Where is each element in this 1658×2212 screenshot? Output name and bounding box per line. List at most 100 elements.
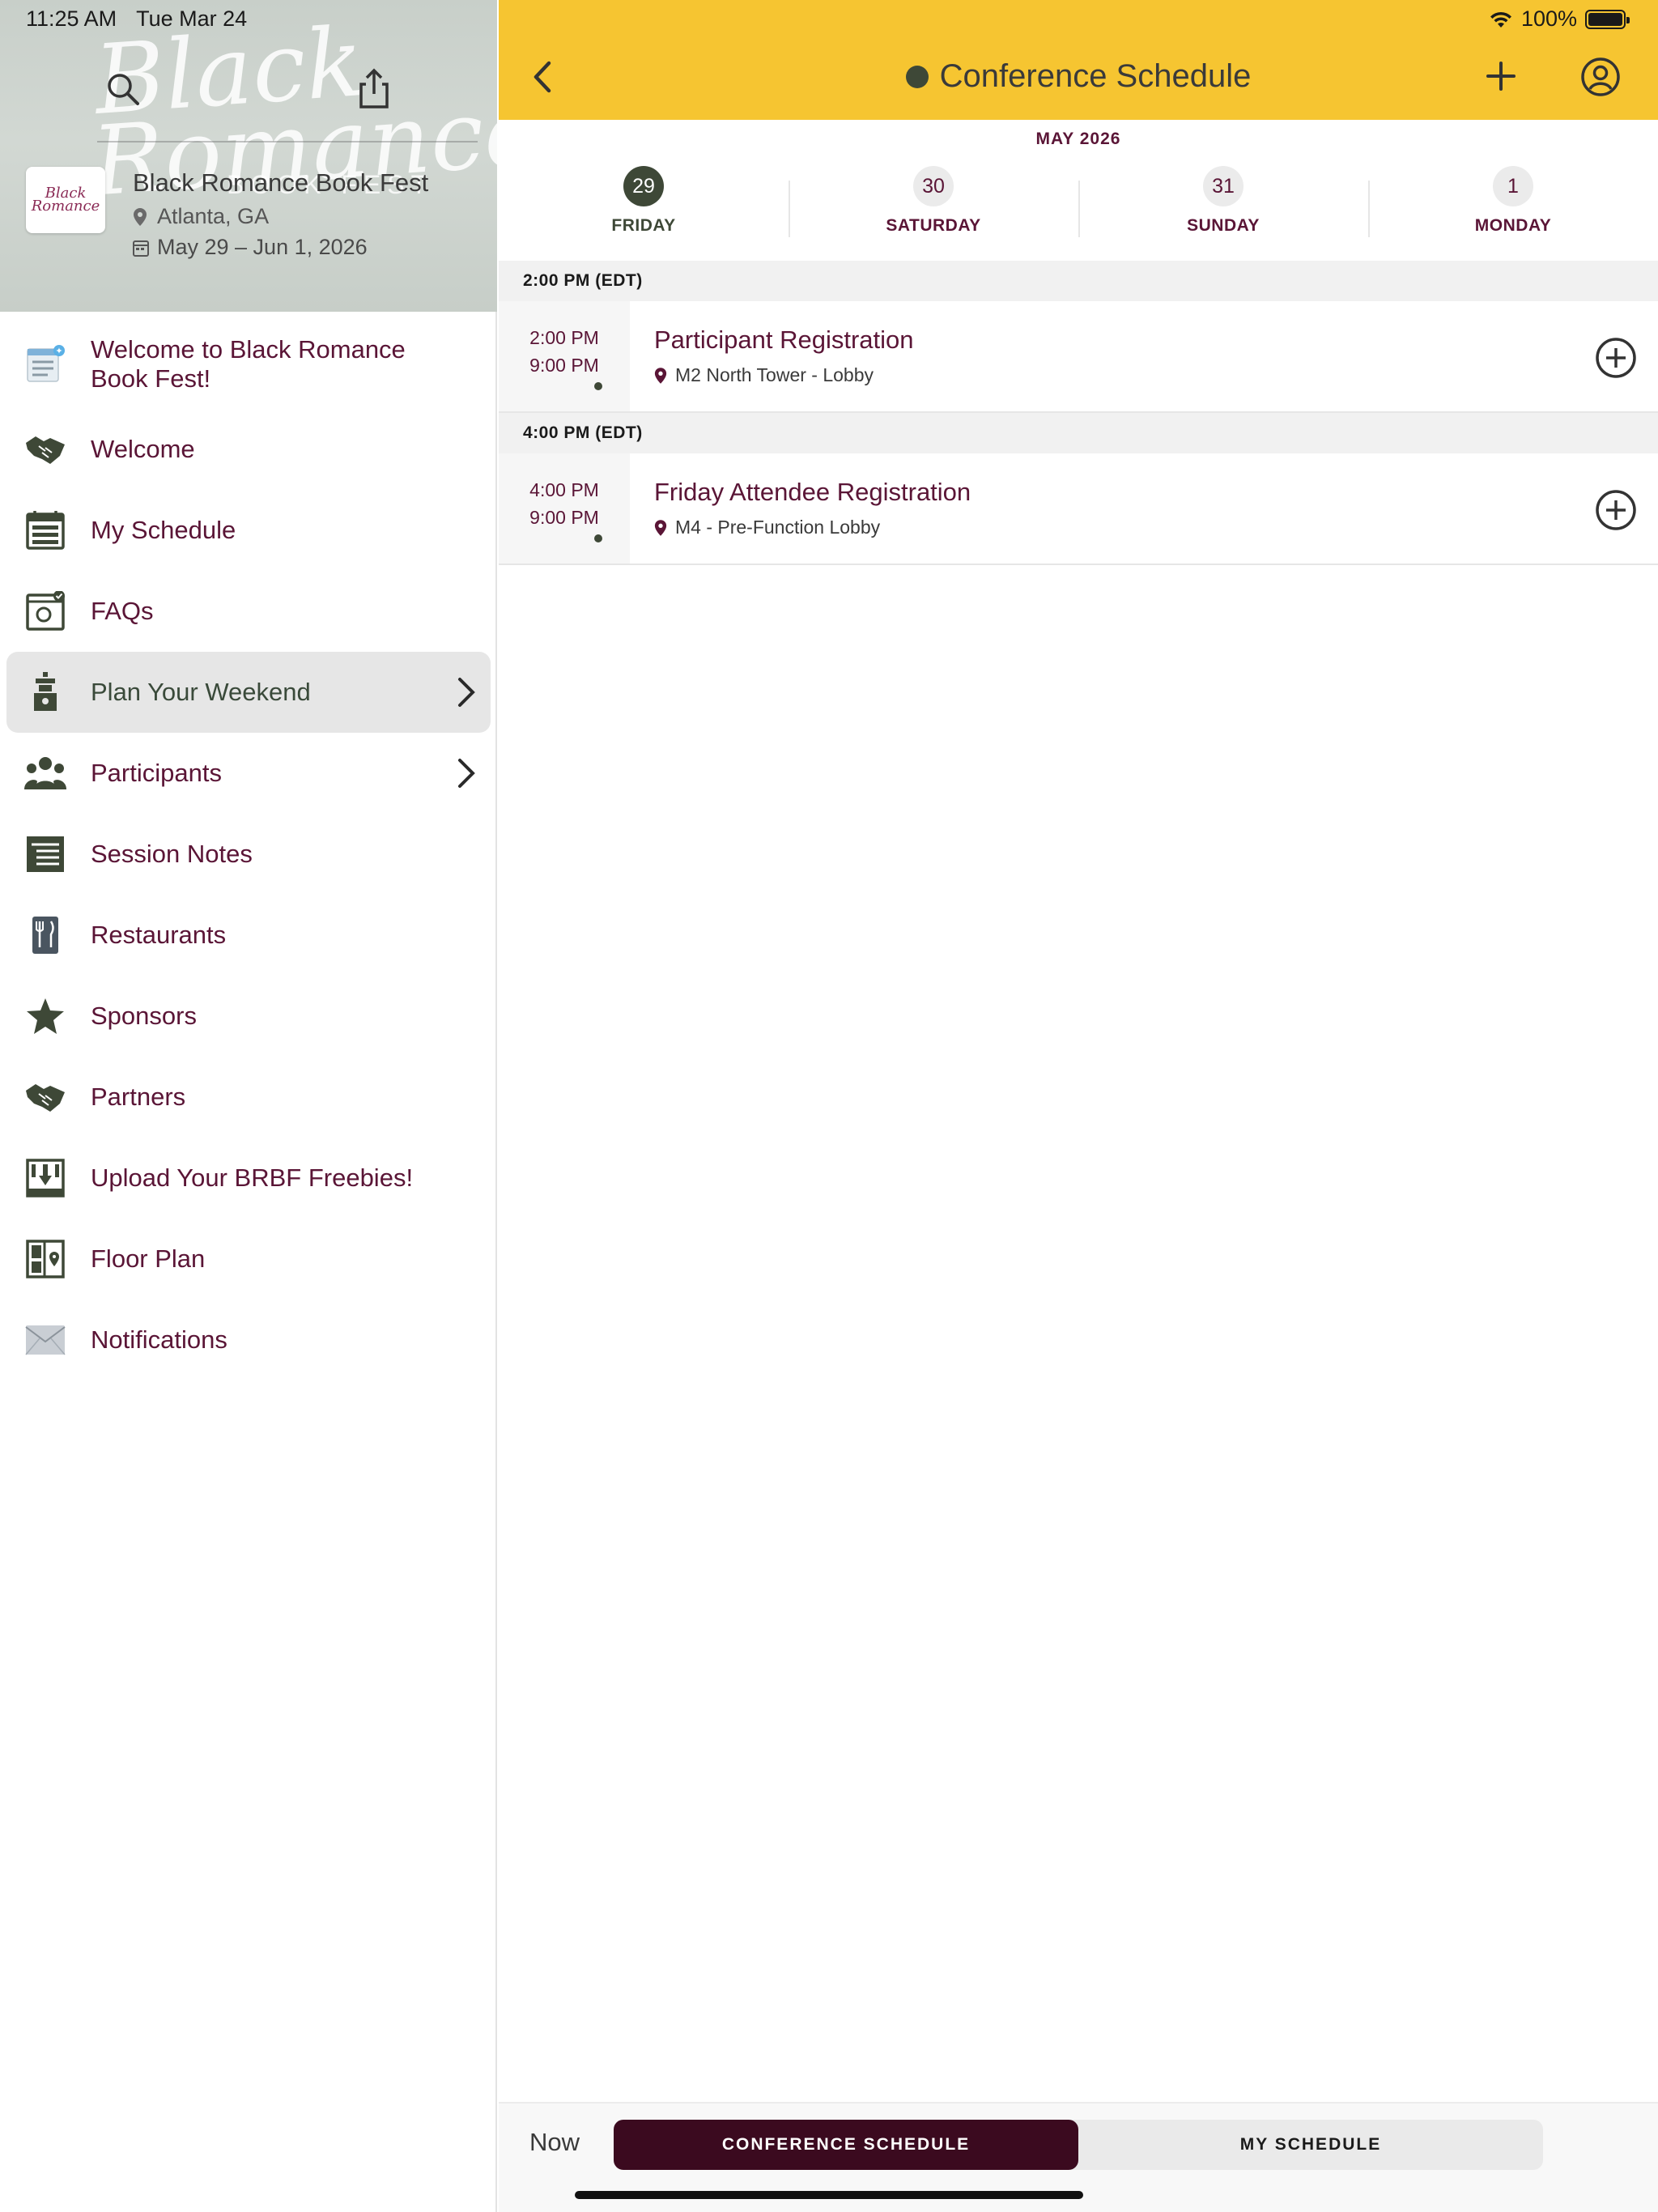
event-location: Atlanta, GA: [133, 204, 269, 229]
sidebar-item-label: Floor Plan: [91, 1244, 206, 1273]
home-indicator[interactable]: [575, 2191, 1083, 2199]
sidebar-item-label: Upload Your BRBF Freebies!: [91, 1163, 414, 1192]
sidebar-item-sponsors[interactable]: Sponsors: [0, 976, 497, 1057]
day-name: FRIDAY: [611, 216, 676, 235]
svg-text:✦: ✦: [55, 346, 62, 356]
add-to-schedule-button[interactable]: [1595, 489, 1637, 531]
bottom-bar: Now CONFERENCE SCHEDULE MY SCHEDULE: [499, 2102, 1658, 2212]
map-pin-icon: [654, 367, 667, 384]
chevron-right-icon: [458, 678, 475, 707]
battery-icon: [1585, 9, 1630, 29]
notes-icon: [23, 832, 68, 877]
utensils-icon: [23, 912, 68, 958]
day-name: MONDAY: [1474, 216, 1552, 235]
schedule-segmented-control: CONFERENCE SCHEDULE MY SCHEDULE: [614, 2120, 1543, 2170]
star-icon: [23, 993, 68, 1039]
day-tab[interactable]: 31 SUNDAY: [1078, 166, 1368, 255]
time-section-header: 4:00 PM (EDT): [499, 413, 1658, 453]
status-bar-left: 11:25 AM Tue Mar 24: [26, 6, 247, 32]
day-number: 30: [913, 166, 954, 206]
event-name: Black Romance Book Fest: [133, 168, 429, 197]
sidebar-item-notifications[interactable]: Notifications: [0, 1300, 497, 1380]
day-selector: 29 FRIDAY 30 SATURDAY 31 SUNDAY 1 MONDAY: [499, 166, 1658, 255]
sidebar-item-participants[interactable]: Participants: [0, 733, 497, 814]
sidebar-item-floor-plan[interactable]: Floor Plan: [0, 1219, 497, 1300]
sidebar-item-session-notes[interactable]: Session Notes: [0, 814, 497, 895]
wifi-icon: [1490, 11, 1511, 28]
battery-percent: 100%: [1520, 6, 1577, 31]
header-divider: [97, 141, 478, 143]
sidebar-item-label: Sponsors: [91, 1002, 197, 1030]
add-button[interactable]: [1485, 60, 1517, 92]
tab-conference-schedule[interactable]: CONFERENCE SCHEDULE: [614, 2120, 1078, 2170]
session-start-time: 2:00 PM: [529, 327, 599, 348]
sidebar-item-welcome-to-brbf[interactable]: ✦ Welcome to Black Romance Book Fest!: [0, 320, 497, 409]
event-logo-text: Black Romance: [31, 184, 100, 215]
day-tab[interactable]: 29 FRIDAY: [499, 166, 789, 255]
calendar-small-icon: [133, 240, 149, 257]
landmark-icon: [23, 670, 68, 715]
sidebar-item-plan-your-weekend[interactable]: Plan Your Weekend: [6, 652, 491, 733]
sidebar-item-label: Welcome: [91, 435, 195, 463]
search-icon[interactable]: [105, 71, 141, 107]
envelope-icon: [23, 1317, 68, 1363]
now-button[interactable]: Now: [529, 2128, 580, 2157]
session-title: Friday Attendee Registration: [654, 478, 971, 506]
event-logo: Black Romance: [26, 167, 105, 233]
sidebar: Black Romance BOOK FEST Black Romance Bl…: [0, 0, 497, 2212]
map-pin-icon: [134, 207, 147, 226]
day-number: 1: [1493, 166, 1533, 206]
title-dot-icon: [905, 65, 929, 88]
sidebar-item-label: Restaurants: [91, 921, 227, 949]
day-tab[interactable]: 30 SATURDAY: [789, 166, 1078, 255]
people-icon: [23, 751, 68, 796]
session-location: M4 - Pre-Function Lobby: [654, 517, 880, 538]
profile-icon[interactable]: [1580, 57, 1621, 97]
session-location: M2 North Tower - Lobby: [654, 364, 874, 386]
event-dates: May 29 – Jun 1, 2026: [133, 235, 368, 260]
sidebar-item-label: Notifications: [91, 1325, 227, 1354]
sidebar-item-label: Session Notes: [91, 840, 253, 868]
session-row[interactable]: 4:00 PM 9:00 PM Friday Attendee Registra…: [499, 453, 1658, 565]
sidebar-item-restaurants[interactable]: Restaurants: [0, 895, 497, 976]
handshake-icon: [23, 427, 68, 472]
day-name: SUNDAY: [1187, 216, 1260, 235]
session-row[interactable]: 2:00 PM 9:00 PM Participant Registration…: [499, 301, 1658, 413]
status-date: Tue Mar 24: [136, 6, 248, 31]
session-dot: [594, 382, 602, 390]
floor-plan-icon: [23, 1236, 68, 1282]
status-time: 11:25 AM: [26, 6, 117, 31]
map-pin-icon: [654, 519, 667, 536]
sidebar-item-label: My Schedule: [91, 516, 236, 544]
day-number: 31: [1203, 166, 1244, 206]
sidebar-item-faqs[interactable]: FAQs: [0, 571, 497, 652]
sidebar-item-partners[interactable]: Partners: [0, 1057, 497, 1138]
session-location-text: M4 - Pre-Function Lobby: [675, 517, 881, 538]
day-tab[interactable]: 1 MONDAY: [1368, 166, 1658, 255]
sidebar-menu: ✦ Welcome to Black Romance Book Fest! We…: [0, 320, 497, 1380]
sidebar-item-welcome[interactable]: Welcome: [0, 409, 497, 490]
session-dot: [594, 534, 602, 542]
main-panel: Conference Schedule MAY 2026 29 FRIDAY 3…: [499, 0, 1658, 2212]
status-bar-right: 100%: [1489, 6, 1630, 32]
sidebar-item-label: Participants: [91, 759, 222, 787]
tab-my-schedule[interactable]: MY SCHEDULE: [1078, 2120, 1543, 2170]
event-header: Black Romance BOOK FEST Black Romance Bl…: [0, 0, 497, 312]
faq-icon: [23, 589, 68, 634]
add-to-schedule-button[interactable]: [1595, 337, 1637, 379]
sidebar-item-label: Plan Your Weekend: [91, 678, 311, 706]
event-dates-text: May 29 – Jun 1, 2026: [157, 235, 368, 259]
share-icon[interactable]: [356, 68, 392, 110]
sidebar-item-upload-freebies[interactable]: Upload Your BRBF Freebies!: [0, 1138, 497, 1219]
chevron-right-icon: [458, 759, 475, 788]
sidebar-item-label: Partners: [91, 1083, 186, 1111]
checklist-icon: ✦: [23, 342, 68, 387]
upload-icon: [23, 1155, 68, 1201]
sidebar-item-my-schedule[interactable]: My Schedule: [0, 490, 497, 571]
session-time: 4:00 PM 9:00 PM: [499, 453, 630, 564]
page-title-text: Conference Schedule: [939, 58, 1252, 94]
session-end-time: 9:00 PM: [529, 507, 599, 528]
top-bar: Conference Schedule: [499, 0, 1658, 120]
session-location-text: M2 North Tower - Lobby: [675, 364, 874, 385]
session-time: 2:00 PM 9:00 PM: [499, 301, 630, 411]
